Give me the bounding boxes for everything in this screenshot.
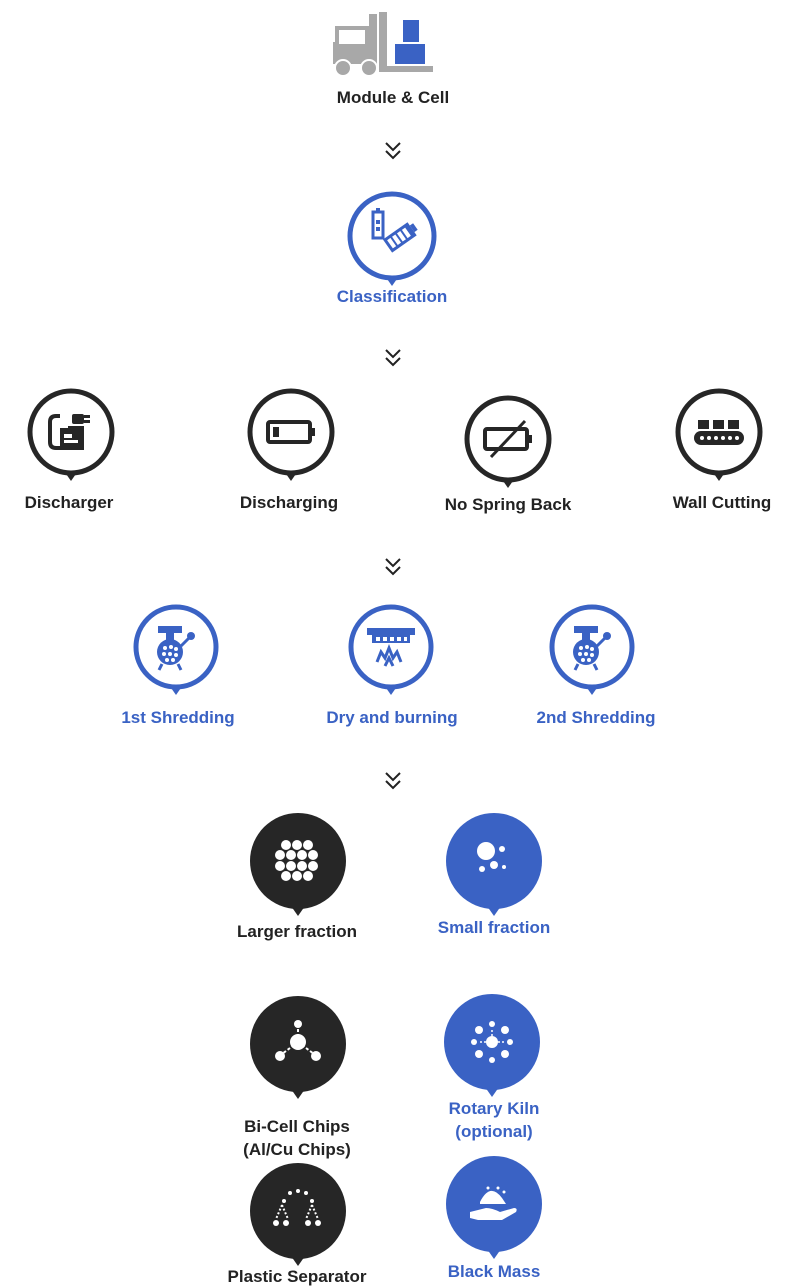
plastic-separator-node	[250, 1163, 346, 1266]
dry-burning-node	[348, 604, 434, 695]
bi-cell-chips-label-1: Bi-Cell Chips	[244, 1117, 350, 1136]
larger-fraction-label: Larger fraction	[237, 922, 357, 941]
second-shredding-node	[549, 604, 635, 695]
module-cell-node	[325, 8, 445, 78]
forklift-boxes-icon	[333, 12, 433, 77]
conveyor-icon	[694, 420, 744, 445]
first-shredding-node	[133, 604, 219, 695]
rotary-kiln-label-2: (optional)	[455, 1122, 533, 1141]
module-cell-label: Module & Cell	[336, 88, 450, 107]
larger-fraction-node	[250, 813, 346, 916]
rotary-kiln-label-1: Rotary Kiln	[448, 1099, 540, 1118]
wall-cutting-label: Wall Cutting	[672, 493, 772, 512]
chevron-down-icon	[385, 558, 401, 576]
chevron-down-icon	[385, 349, 401, 367]
discharging-node	[247, 388, 335, 481]
bi-cell-chips-node	[250, 996, 346, 1099]
small-fraction-node	[446, 813, 542, 916]
bi-cell-chips-label-2: (Al/Cu Chips)	[243, 1140, 351, 1159]
wall-cutting-node	[675, 388, 763, 481]
classification-label: Classification	[336, 287, 448, 306]
discharger-node	[27, 388, 115, 481]
discharger-label: Discharger	[24, 493, 114, 512]
chevron-down-icon	[385, 142, 401, 160]
first-shredding-label: 1st Shredding	[121, 708, 235, 727]
black-mass-node	[446, 1156, 542, 1259]
black-mass-label: Black Mass	[447, 1262, 541, 1281]
chevron-down-icon	[385, 772, 401, 790]
no-spring-back-node	[464, 395, 552, 488]
small-fraction-label: Small fraction	[437, 918, 551, 937]
no-spring-back-label: No Spring Back	[444, 495, 572, 514]
rotary-kiln-node	[444, 994, 540, 1097]
classification-node	[345, 191, 438, 286]
second-shredding-label: 2nd Shredding	[536, 708, 656, 727]
plastic-separator-label: Plastic Separator	[227, 1267, 367, 1286]
dry-burning-label: Dry and burning	[326, 708, 458, 727]
discharging-label: Discharging	[239, 493, 339, 512]
